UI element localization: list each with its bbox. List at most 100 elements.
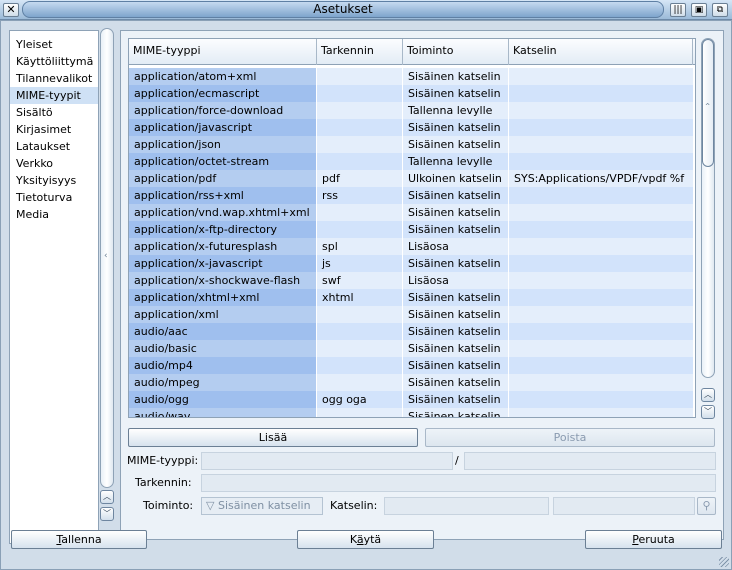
table-row[interactable]: audio/ogg ogg oga Sisäinen katselin xyxy=(129,391,695,408)
viewer-label: Katselin: xyxy=(330,499,378,512)
viewer-cell xyxy=(509,357,693,374)
iconify-button[interactable]: ||| xyxy=(670,3,686,17)
table-row[interactable]: application/json Sisäinen katselin xyxy=(129,136,695,153)
mime-separator: / xyxy=(455,454,459,467)
category-item[interactable]: Tietoturva xyxy=(10,189,98,206)
viewer-args-input[interactable] xyxy=(553,497,695,515)
mime-cell: application/rss+xml xyxy=(129,187,317,204)
table-row[interactable]: application/xhtml+xml xhtml Sisäinen katse… xyxy=(129,289,695,306)
table-row[interactable]: application/javascript Sisäinen katselin xyxy=(129,119,695,136)
mime-type-label: MIME-tyyppi: xyxy=(127,454,199,467)
remove-button[interactable]: Poista xyxy=(425,428,715,447)
table-row[interactable]: application/rss+xml rss Sisäinen katselin xyxy=(129,187,695,204)
table-row[interactable]: application/pdf pdf Ulkoinen katselin SYS:A… xyxy=(129,170,695,187)
extension-cell xyxy=(317,323,403,340)
category-item[interactable]: Tilannevalikot xyxy=(10,70,98,87)
column-header-extension[interactable]: Tarkennin xyxy=(317,39,403,65)
extension-cell: spl xyxy=(317,238,403,255)
table-row[interactable]: application/x-ftp-directory Sisäinen kats… xyxy=(129,221,695,238)
action-dropdown-value: Sisäinen katselin xyxy=(217,499,311,512)
mime-cell: audio/basic xyxy=(129,340,317,357)
table-scroll-up-button[interactable]: ︿ xyxy=(701,388,715,402)
category-item[interactable]: Verkko xyxy=(10,155,98,172)
file-search-button[interactable]: ⚲ xyxy=(697,497,716,515)
column-header-mime[interactable]: MIME-tyyppi xyxy=(129,39,317,65)
cancel-button[interactable]: Peruuta xyxy=(585,530,722,549)
extension-input[interactable] xyxy=(201,474,716,492)
category-item[interactable]: Kirjasimet xyxy=(10,121,98,138)
extension-cell xyxy=(317,136,403,153)
use-button-label-start: K xyxy=(349,533,357,546)
action-cell: Sisäinen katselin xyxy=(403,255,509,272)
action-cell: Sisäinen katselin xyxy=(403,374,509,391)
table-row[interactable]: application/x-futuresplash spl Lisäosa xyxy=(129,238,695,255)
table-row[interactable]: audio/mpeg Sisäinen katselin xyxy=(129,374,695,391)
action-cell: Tallenna levylle xyxy=(403,102,509,119)
mime-cell: application/x-ftp-directory xyxy=(129,221,317,238)
table-scroll-down-button[interactable]: ﹀ xyxy=(701,405,715,419)
window-title-text: Asetukset xyxy=(313,2,373,16)
table-row[interactable]: application/xml Sisäinen katselin xyxy=(129,306,695,323)
title-bar[interactable]: ✕ Asetukset ||| ▣ ⧉ xyxy=(0,0,732,20)
table-row[interactable]: audio/basic Sisäinen katselin xyxy=(129,340,695,357)
category-item[interactable]: Media xyxy=(10,206,98,223)
category-item[interactable]: Yksityisyys xyxy=(10,172,98,189)
table-row[interactable]: audio/aac Sisäinen katselin xyxy=(129,323,695,340)
action-cell: Ulkoinen katselin xyxy=(403,170,509,187)
action-cell: Tallenna levylle xyxy=(403,153,509,170)
depth-button[interactable]: ⧉ xyxy=(712,3,728,17)
column-header-action[interactable]: Toiminto xyxy=(403,39,509,65)
extension-cell xyxy=(317,374,403,391)
table-row[interactable]: application/force-download Tallenna levyl… xyxy=(129,102,695,119)
category-list: Yleiset Käyttöliittymä Tilannevalikot MI… xyxy=(9,30,99,544)
mime-cell: application/force-download xyxy=(129,102,317,119)
settings-window: Yleiset Käyttöliittymä Tilannevalikot MI… xyxy=(0,20,732,570)
category-item[interactable]: Lataukset xyxy=(10,138,98,155)
add-button[interactable]: Lisää xyxy=(128,428,418,447)
viewer-input[interactable] xyxy=(384,497,549,515)
mime-cell: audio/aac xyxy=(129,323,317,340)
table-row[interactable]: audio/mp4 Sisäinen katselin xyxy=(129,357,695,374)
table-row[interactable]: application/ecmascript Sisäinen katselin xyxy=(129,85,695,102)
extension-cell xyxy=(317,408,403,417)
table-scrollbar[interactable]: ‹ xyxy=(701,38,715,378)
category-scrollbar[interactable]: ‹ xyxy=(100,28,114,488)
column-header-viewer[interactable]: Katselin xyxy=(509,39,693,65)
viewer-cell xyxy=(509,340,693,357)
save-button[interactable]: Tallenna xyxy=(11,530,147,549)
extension-cell xyxy=(317,204,403,221)
table-row[interactable]: application/octet-stream Tallenna levylle xyxy=(129,153,695,170)
mime-cell: application/javascript xyxy=(129,119,317,136)
mime-cell: audio/mp4 xyxy=(129,357,317,374)
table-row[interactable]: application/atom+xml Sisäinen katselin xyxy=(129,68,695,85)
action-cell: Sisäinen katselin xyxy=(403,204,509,221)
table-row[interactable]: application/x-shockwave-flash swf Lisäosa xyxy=(129,272,695,289)
category-item[interactable]: Käyttöliittymä xyxy=(10,53,98,70)
viewer-cell xyxy=(509,136,693,153)
mime-minor-input[interactable] xyxy=(464,452,716,470)
viewer-cell xyxy=(509,153,693,170)
category-item[interactable]: Sisältö xyxy=(10,104,98,121)
category-scroll-down-button[interactable]: ﹀ xyxy=(100,507,114,521)
category-label: Käyttöliittymä xyxy=(16,55,94,68)
viewer-cell xyxy=(509,204,693,221)
category-item[interactable]: Yleiset xyxy=(10,36,98,53)
save-button-label: allenna xyxy=(61,533,102,546)
table-row[interactable]: audio/wav Sisäinen katselin xyxy=(129,408,695,417)
action-dropdown[interactable]: ▽ Sisäinen katselin xyxy=(201,497,323,515)
close-window-button[interactable]: ✕ xyxy=(3,3,19,17)
depth-icon: ⧉ xyxy=(716,5,724,15)
action-cell: Sisäinen katselin xyxy=(403,357,509,374)
mime-major-input[interactable] xyxy=(201,452,453,470)
extension-cell: xhtml xyxy=(317,289,403,306)
table-row[interactable]: application/x-javascript js Sisäinen katse… xyxy=(129,255,695,272)
zoom-button[interactable]: ▣ xyxy=(691,3,707,17)
table-row[interactable]: application/vnd.wap.xhtml+xml Sisäinen ka… xyxy=(129,204,695,221)
scrollbar-grip-icon: ‹ xyxy=(701,102,712,106)
category-label: Tilannevalikot xyxy=(16,72,93,85)
resize-grip[interactable] xyxy=(719,557,729,567)
category-item-selected[interactable]: MIME-tyypit xyxy=(10,87,98,104)
use-button[interactable]: Käytä xyxy=(297,530,434,549)
zoom-icon: ▣ xyxy=(694,5,704,15)
category-scroll-up-button[interactable]: ︿ xyxy=(100,490,114,504)
